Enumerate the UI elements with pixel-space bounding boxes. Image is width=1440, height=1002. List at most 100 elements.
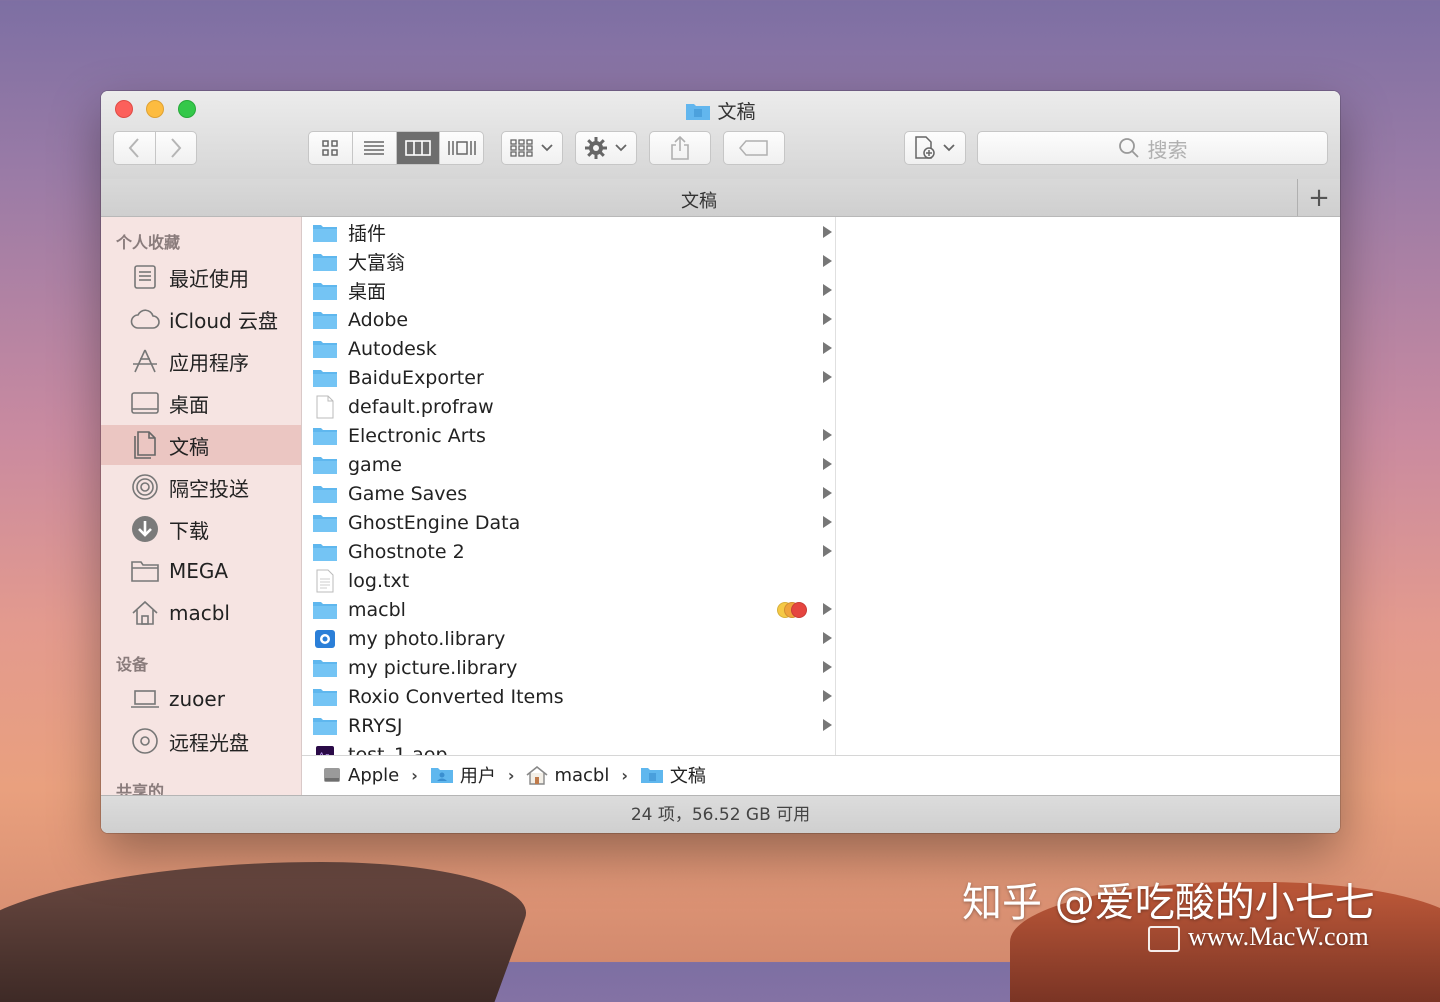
disclosure-arrow-icon (823, 226, 832, 238)
column-view-button[interactable] (396, 132, 441, 164)
folder-icon (128, 555, 162, 587)
back-button[interactable] (114, 132, 156, 164)
sidebar-item-label: MEGA (169, 559, 229, 583)
chevron-down-icon (615, 144, 627, 152)
path-segment-label: Apple (348, 764, 400, 786)
sidebar-item-隔空投送[interactable]: 隔空投送 (101, 467, 301, 507)
chevron-down-icon (541, 144, 553, 152)
file-row[interactable]: my photo.library (302, 624, 835, 653)
file-row[interactable]: Electronic Arts (302, 421, 835, 450)
file-row[interactable]: RRYSJ (302, 711, 835, 740)
chevron-right-icon: › (507, 765, 515, 785)
file-row[interactable]: 插件 (302, 218, 835, 247)
column-path-header: 文稿 + (101, 179, 1340, 217)
folder-icon (312, 454, 338, 476)
folder-icon (312, 541, 338, 563)
path-segment-label: 用户 (459, 766, 496, 787)
sidebar-item-桌面[interactable]: 桌面 (101, 383, 301, 423)
file-row[interactable]: Autodesk (302, 334, 835, 363)
file-row[interactable]: Ghostnote 2 (302, 537, 835, 566)
file-column: 插件 大富翁桌面 Adobe Autodesk BaiduExporter default… (302, 217, 836, 755)
sidebar-item-icloud-云盘[interactable]: iCloud 云盘 (101, 299, 301, 339)
folder-icon (312, 367, 338, 389)
grid-icon (322, 140, 339, 156)
sidebar-item-远程光盘[interactable]: 远程光盘 (101, 721, 301, 761)
folder-icon (312, 715, 338, 737)
add-tab-button[interactable]: + (1297, 179, 1340, 216)
sidebar-item-文稿[interactable]: 文稿 (101, 425, 301, 465)
file-row[interactable]: log.txt (302, 566, 835, 595)
action-button[interactable] (575, 131, 637, 165)
forward-button[interactable] (156, 132, 197, 164)
file-row[interactable]: BaiduExporter (302, 363, 835, 392)
disclosure-arrow-icon (823, 603, 832, 615)
file-name: 桌面 (348, 281, 387, 303)
disclosure-arrow-icon (823, 371, 832, 383)
folder-icon (312, 657, 338, 679)
sidebar-item-macbl[interactable]: macbl (101, 593, 301, 633)
disclosure-arrow-icon (823, 661, 832, 673)
sidebar-section-shared: 共享的 (116, 782, 165, 795)
chevron-left-icon (128, 138, 139, 158)
sidebar-item-下载[interactable]: 下载 (101, 509, 301, 549)
sidebar-item-label: 最近使用 (169, 266, 249, 291)
disc-icon (128, 725, 162, 757)
file-row[interactable]: game (302, 450, 835, 479)
path-segment-用户[interactable]: 用户 (430, 762, 496, 788)
documents-folder-icon (685, 101, 711, 126)
disk-icon (322, 765, 342, 785)
file-row[interactable]: Roxio Converted Items (302, 682, 835, 711)
file-row[interactable]: Adobe (302, 305, 835, 334)
path-segment-label: macbl (554, 764, 610, 786)
file-name: Game Saves (348, 482, 468, 505)
new-document-button[interactable] (904, 131, 966, 165)
sidebar-section-devices: 设备 (116, 655, 149, 674)
new-document-icon (915, 136, 935, 159)
sidebar-item-最近使用[interactable]: 最近使用 (101, 257, 301, 297)
sidebar-item-mega[interactable]: MEGA (101, 551, 301, 591)
search-field[interactable]: 搜索 (977, 131, 1328, 165)
view-mode-control (308, 131, 484, 165)
disclosure-arrow-icon (823, 458, 832, 470)
sidebar-section-favorites: 个人收藏 (116, 233, 181, 252)
search-icon (1118, 138, 1139, 158)
sidebar-item-zuoer[interactable]: zuoer (101, 679, 301, 719)
path-segment-label: 文稿 (669, 766, 706, 787)
folder-icon (312, 251, 338, 273)
recents-icon (128, 261, 162, 293)
share-button[interactable] (649, 131, 711, 165)
icon-view-button[interactable] (309, 132, 353, 164)
file-row[interactable]: default.profraw (302, 392, 835, 421)
plus-icon: + (1308, 182, 1330, 213)
disclosure-arrow-icon (823, 429, 832, 441)
desktop-icon (128, 387, 162, 419)
coverflow-view-button[interactable] (440, 132, 483, 164)
path-segment-macbl[interactable]: macbl (526, 765, 609, 786)
file-row[interactable]: GhostEngine Data (302, 508, 835, 537)
file-row[interactable]: Ae test_1.aep (302, 740, 835, 755)
chevron-right-icon: › (411, 765, 418, 785)
file-row[interactable]: 大富翁 (302, 247, 835, 276)
chevron-right-icon: › (621, 765, 628, 785)
file-name: Adobe (348, 308, 409, 331)
sidebar-item-应用程序[interactable]: 应用程序 (101, 341, 301, 381)
path-segment-apple[interactable]: Apple (322, 765, 399, 786)
sidebar-item-label: 远程光盘 (169, 730, 249, 755)
gear-icon (585, 137, 607, 159)
file-name: GhostEngine Data (348, 511, 521, 534)
disclosure-arrow-icon (823, 632, 832, 644)
sidebar-item-label: macbl (169, 601, 230, 625)
file-row[interactable]: Game Saves (302, 479, 835, 508)
arrange-button[interactable] (501, 131, 563, 165)
tag-button[interactable] (723, 131, 785, 165)
file-row[interactable]: my picture.library (302, 653, 835, 682)
folder-icon (312, 599, 338, 621)
list-view-button[interactable] (353, 132, 397, 164)
sidebar-item-label: 下载 (169, 518, 209, 543)
folder-icon (312, 222, 338, 244)
folder-icon (312, 338, 338, 360)
file-row[interactable]: macbl (302, 595, 835, 624)
home-icon (128, 597, 162, 629)
path-segment-文稿[interactable]: 文稿 (640, 762, 706, 788)
file-row[interactable]: 桌面 (302, 276, 835, 305)
